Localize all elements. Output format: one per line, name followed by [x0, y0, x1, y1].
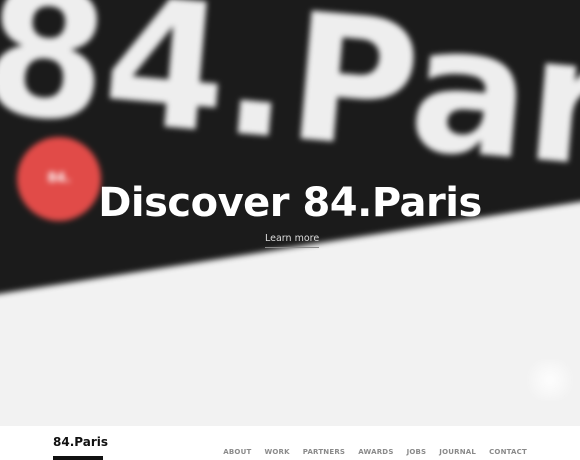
- nav-link-contact[interactable]: CONTACT: [489, 448, 527, 456]
- nav-item-about: ABOUT: [223, 439, 251, 458]
- nav-item-work: WORK: [264, 439, 289, 458]
- nav-item-journal: JOURNAL: [439, 439, 476, 458]
- main-navigation: 84.Paris ABOUT WORK PARTNERS AWARDS JOBS…: [0, 426, 580, 460]
- nav-item-awards: AWARDS: [358, 439, 393, 458]
- learn-more-link[interactable]: Learn more: [265, 233, 320, 248]
- nav-item-contact: CONTACT: [489, 439, 527, 458]
- nav-item-jobs: JOBS: [407, 439, 427, 458]
- nav-menu: ABOUT WORK PARTNERS AWARDS JOBS JOURNAL …: [223, 439, 527, 458]
- light-spot: [520, 360, 580, 400]
- nav-link-awards[interactable]: AWARDS: [358, 448, 393, 456]
- hero-section: 84.Par 84. Discover 84.Paris Learn more: [0, 0, 580, 426]
- nav-link-journal[interactable]: JOURNAL: [439, 448, 476, 456]
- nav-link-work[interactable]: WORK: [264, 448, 289, 456]
- logo-underline: [53, 456, 103, 460]
- site-logo[interactable]: 84.Paris: [53, 435, 108, 449]
- nav-link-about[interactable]: ABOUT: [223, 448, 251, 456]
- hero-title: Discover 84.Paris: [98, 180, 482, 226]
- nav-item-partners: PARTNERS: [303, 439, 345, 458]
- nav-link-jobs[interactable]: JOBS: [407, 448, 427, 456]
- nav-link-partners[interactable]: PARTNERS: [303, 448, 345, 456]
